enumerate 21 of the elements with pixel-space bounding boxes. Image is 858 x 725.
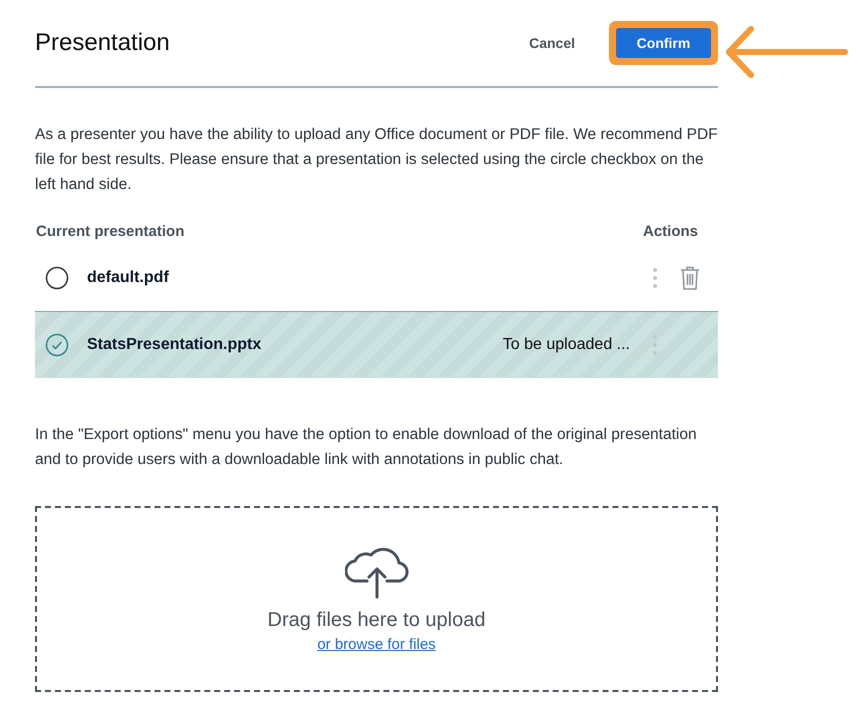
column-header: Actions <box>642 223 698 242</box>
arrow-icon <box>725 24 849 80</box>
checked-circle-icon[interactable] <box>45 332 69 356</box>
confirm-button[interactable]: Confirm <box>616 28 711 58</box>
intro-text: As a presenter you have the ability to upload any Office document or PDF file. We recommend PDF file for best results. Please ensure that a presentation is selected using the circle checkbox on the left hand side. <box>35 125 718 195</box>
export-note: In the "Export options" menu you have the option to enable download of the original presentation and to provide users with a downloadable link with annotations in public chat. <box>35 425 698 470</box>
file-name: default.pdf <box>87 268 170 286</box>
radio-circle-icon[interactable] <box>45 266 69 290</box>
dialog-title: Presentation <box>35 29 170 57</box>
file-row[interactable]: StatsPresentation.pptx To be uploaded ... <box>35 311 718 378</box>
browse-link[interactable]: or browse for files <box>317 636 436 653</box>
cloud-upload-icon <box>344 545 408 599</box>
upload-status: To be uploaded ... <box>502 336 630 354</box>
drop-instruction: Drag files here to upload <box>268 609 486 632</box>
column-header: Current presentation <box>36 223 184 242</box>
trash-icon[interactable] <box>680 266 700 290</box>
cancel-button[interactable]: Cancel <box>525 29 579 57</box>
file-row[interactable]: default.pdf <box>35 245 718 311</box>
more-options-icon[interactable] <box>652 266 658 288</box>
file-name: StatsPresentation.pptx <box>87 336 262 354</box>
drop-zone[interactable]: Drag files here to upload or browse for files <box>35 506 718 692</box>
